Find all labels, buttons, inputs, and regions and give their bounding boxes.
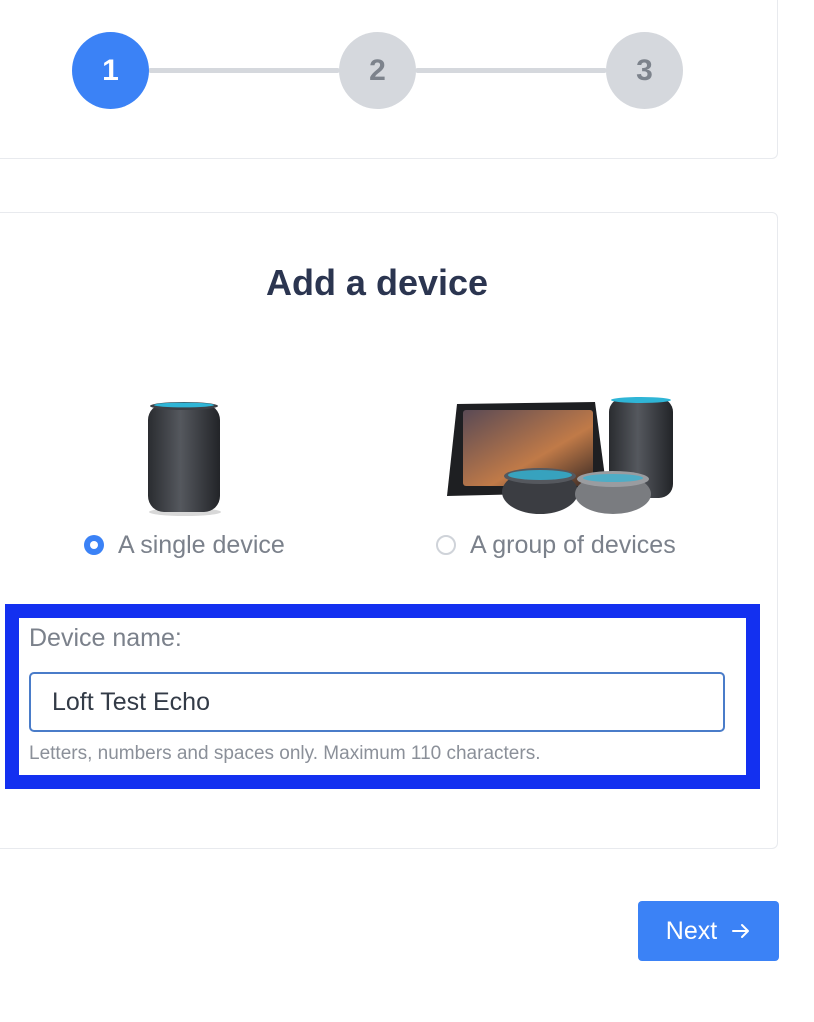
- step-connector: [415, 68, 607, 73]
- device-name-input[interactable]: [29, 672, 725, 732]
- next-button-label: Next: [665, 916, 718, 945]
- step-3[interactable]: 3: [606, 32, 683, 109]
- arrow-right-icon: [732, 924, 750, 938]
- page-title: Add a device: [265, 262, 489, 303]
- device-name-label: Device name:: [29, 624, 182, 652]
- device-group-icon: [447, 397, 673, 514]
- single-device-label[interactable]: A single device: [118, 531, 285, 560]
- device-group-radio[interactable]: [436, 535, 456, 555]
- single-device-radio[interactable]: [84, 535, 104, 555]
- step-connector: [148, 68, 340, 73]
- device-group-label[interactable]: A group of devices: [470, 531, 676, 560]
- step-1[interactable]: 1: [72, 32, 149, 109]
- smart-speaker-icon: [148, 402, 221, 516]
- step-2[interactable]: 2: [339, 32, 416, 109]
- helper-text: Letters, numbers and spaces only. Maximu…: [29, 743, 541, 764]
- next-button[interactable]: Next: [638, 901, 779, 961]
